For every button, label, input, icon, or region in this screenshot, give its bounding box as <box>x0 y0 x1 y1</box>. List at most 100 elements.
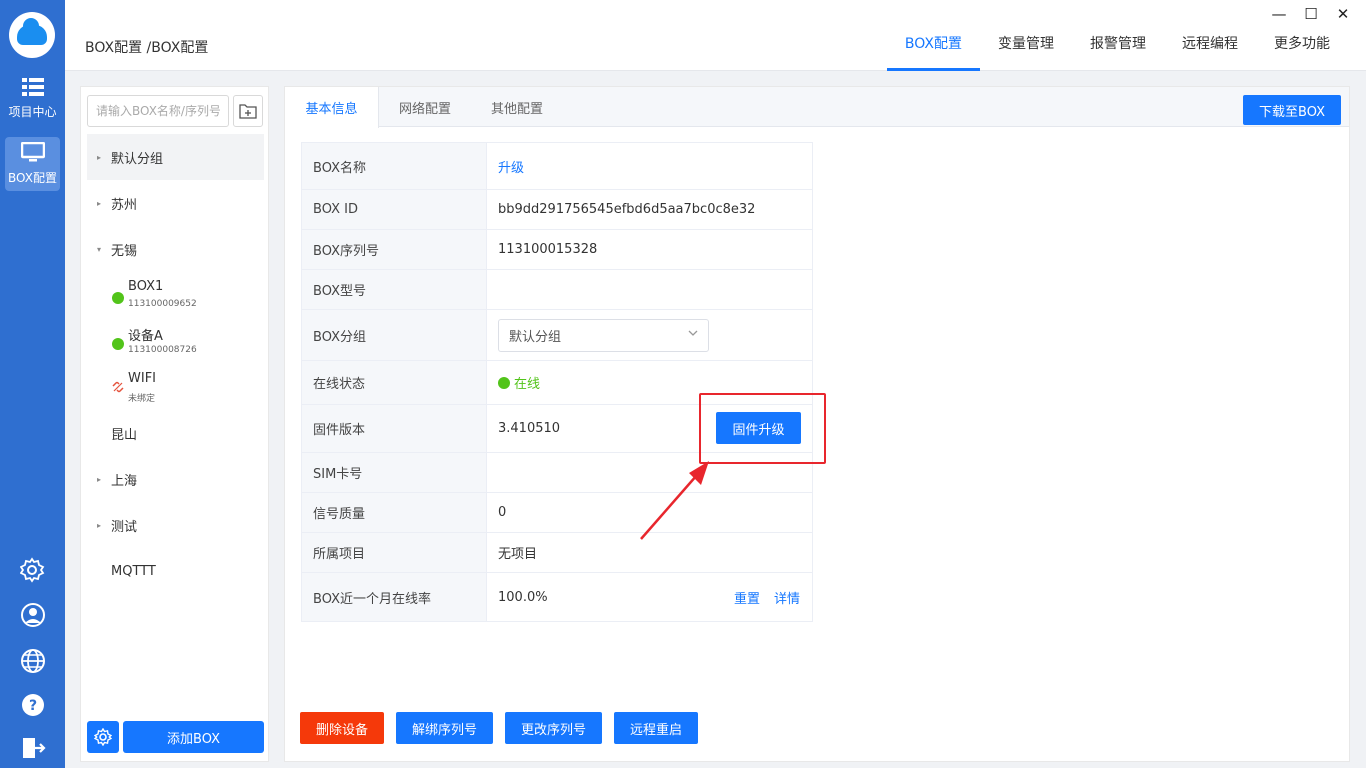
tree-group-test[interactable]: ▸ 测试 <box>87 502 264 548</box>
field-label: BOX序列号 <box>302 230 487 269</box>
field-label: 所属项目 <box>302 533 487 572</box>
tree-group-suzhou[interactable]: ▸ 苏州 <box>87 180 264 226</box>
rail-item-project-center[interactable]: 项目中心 <box>5 72 60 126</box>
logout-icon[interactable] <box>0 735 65 761</box>
delete-device-button[interactable]: 删除设备 <box>300 712 385 744</box>
online-status-dot <box>498 376 510 389</box>
tree-device-a[interactable]: 设备A 113100008726 <box>87 318 264 364</box>
box-model-value <box>487 270 812 309</box>
online-status-text: 在线 <box>514 377 541 392</box>
tree-group-default[interactable]: ▸ 默认分组 <box>87 134 264 180</box>
tree-group-label: 无锡 <box>111 243 138 259</box>
remote-restart-button[interactable]: 远程重启 <box>614 712 699 744</box>
field-value: 默认分组 <box>487 310 812 360</box>
box-name-link[interactable]: 升级 <box>498 157 524 176</box>
svg-text:?: ? <box>28 698 36 714</box>
table-row: 信号质量 0 <box>302 493 812 533</box>
table-row: BOX型号 <box>302 270 812 310</box>
nav-alarm-management[interactable]: 报警管理 <box>1072 0 1164 71</box>
tab-basic-info[interactable]: 基本信息 <box>285 87 379 128</box>
tab-network-config[interactable]: 网络配置 <box>379 87 471 127</box>
app-logo <box>9 12 55 58</box>
caret-right-icon: ▸ <box>96 152 101 162</box>
rail-item-box-config[interactable]: BOX配置 <box>5 137 60 191</box>
tree-group-label: 苏州 <box>111 197 138 213</box>
tree-group-wuxi[interactable]: ▾ 无锡 <box>87 226 264 272</box>
tree-device-wifi[interactable]: WIFI 未绑定 <box>87 364 264 410</box>
device-name: BOX1 <box>128 279 164 294</box>
tree-group-kunshan[interactable]: 昆山 <box>87 410 264 456</box>
device-name: WIFI <box>128 371 156 386</box>
settings-wifi-icon[interactable] <box>0 557 65 583</box>
tree-footer: 添加BOX <box>87 721 264 753</box>
nav-remote-programming[interactable]: 远程编程 <box>1164 0 1256 71</box>
nav-box-config[interactable]: BOX配置 <box>886 0 981 71</box>
unbind-serial-button[interactable]: 解绑序列号 <box>396 712 494 744</box>
box-id-value: bb9dd291756545efbd6d5aa7bc0c8e32 <box>498 202 756 217</box>
device-name: 设备A <box>128 329 163 344</box>
tree-group-label: 默认分组 <box>111 151 164 167</box>
field-label: SIM卡号 <box>302 453 487 492</box>
field-label: 在线状态 <box>302 361 487 404</box>
reset-link[interactable]: 重置 <box>734 588 760 607</box>
firmware-upgrade-button[interactable]: 固件升级 <box>716 412 801 444</box>
rail-item-label: 项目中心 <box>8 105 57 119</box>
change-serial-button[interactable]: 更改序列号 <box>505 712 603 744</box>
nav-variable-management[interactable]: 变量管理 <box>980 0 1072 71</box>
online-status-dot <box>112 338 124 350</box>
window-controls: — ☐ ✕ <box>1268 4 1354 24</box>
top-bar: BOX配置 /BOX配置 BOX配置 变量管理 报警管理 远程编程 更多功能 —… <box>65 0 1366 71</box>
field-label: 固件版本 <box>302 405 487 452</box>
help-icon[interactable]: ? <box>0 692 65 718</box>
rate-actions: 重置 详情 <box>734 573 800 621</box>
unlink-icon <box>111 380 125 398</box>
monitor-icon <box>20 141 45 166</box>
rail-item-label: BOX配置 <box>8 171 57 185</box>
user-icon[interactable] <box>0 602 65 628</box>
tree-group-label: 昆山 <box>111 427 138 443</box>
device-serial: 113100009652 <box>128 299 197 309</box>
tree-device-box1[interactable]: BOX1 113100009652 <box>87 272 264 318</box>
detail-link[interactable]: 详情 <box>774 588 800 607</box>
minimize-icon[interactable]: — <box>1268 4 1290 24</box>
close-icon[interactable]: ✕ <box>1332 4 1354 24</box>
chevron-down-icon <box>688 328 698 341</box>
tab-other-config[interactable]: 其他配置 <box>471 87 563 127</box>
main-panel: 基本信息 网络配置 其他配置 下载至BOX BOX名称 升级 BOX ID bb… <box>284 86 1350 762</box>
tree-group-mqttt[interactable]: MQTTT <box>87 548 264 594</box>
folder-plus-icon <box>239 104 257 119</box>
online-rate-value: 100.0% <box>498 589 548 605</box>
field-label: BOX型号 <box>302 270 487 309</box>
add-box-button[interactable]: 添加BOX <box>123 721 264 753</box>
add-folder-button[interactable] <box>233 95 263 127</box>
field-label: BOX近一个月在线率 <box>302 573 487 621</box>
field-value: 100.0% 重置 详情 <box>487 573 812 621</box>
caret-down-icon: ▾ <box>96 244 101 254</box>
device-tree: ▸ 默认分组 ▸ 苏州 ▾ 无锡 BOX1 113100009652 设备A 1… <box>87 134 264 594</box>
table-row: BOX ID bb9dd291756545efbd6d5aa7bc0c8e32 <box>302 190 812 230</box>
globe-icon[interactable] <box>0 648 65 674</box>
field-label: BOX名称 <box>302 143 487 189</box>
field-value: 升级 <box>487 143 812 189</box>
field-label: BOX分组 <box>302 310 487 360</box>
tree-settings-button[interactable] <box>87 721 119 753</box>
tab-bar: 基本信息 网络配置 其他配置 下载至BOX <box>285 87 1349 128</box>
download-to-box-button[interactable]: 下载至BOX <box>1243 95 1341 125</box>
breadcrumb: BOX配置 /BOX配置 <box>85 40 209 56</box>
field-label: BOX ID <box>302 190 487 229</box>
box-serial-value: 113100015328 <box>498 242 598 257</box>
table-row: BOX分组 默认分组 <box>302 310 812 361</box>
box-info-table: BOX名称 升级 BOX ID bb9dd291756545efbd6d5aa7… <box>301 142 813 622</box>
select-value: 默认分组 <box>509 329 562 345</box>
grid-list-icon <box>21 78 44 100</box>
table-row: BOX序列号 113100015328 <box>302 230 812 270</box>
left-rail: 项目中心 BOX配置 ? <box>0 0 65 768</box>
gear-icon <box>94 728 112 746</box>
table-row: BOX名称 升级 <box>302 143 812 190</box>
box-group-select[interactable]: 默认分组 <box>498 318 709 352</box>
tree-group-label: 测试 <box>111 519 138 535</box>
action-bar: 删除设备 解绑序列号 更改序列号 远程重启 <box>300 712 699 744</box>
search-input[interactable] <box>87 95 229 127</box>
tree-group-shanghai[interactable]: ▸ 上海 <box>87 456 264 502</box>
maximize-icon[interactable]: ☐ <box>1300 4 1322 24</box>
